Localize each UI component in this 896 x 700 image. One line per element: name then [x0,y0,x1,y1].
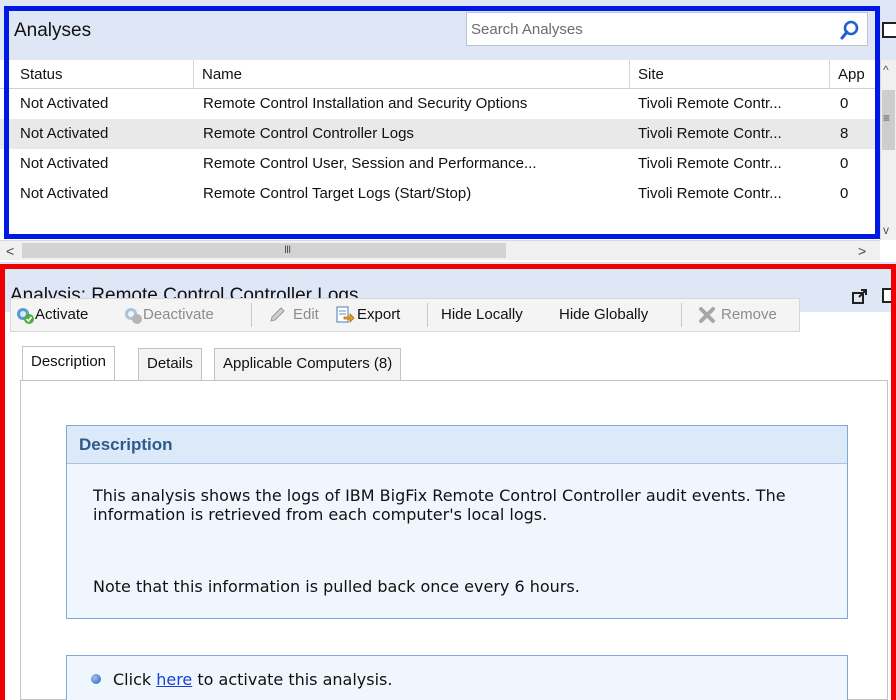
deactivate-button[interactable]: Deactivate [143,299,214,331]
column-header-name[interactable]: Name [194,60,630,89]
toolbar-separator [251,303,252,327]
row-site: Tivoli Remote Contr... [638,155,782,172]
export-button[interactable]: Export [357,299,400,331]
table-row[interactable]: Not Activated Remote Control User, Sessi… [0,149,880,179]
table-row[interactable]: Not Activated Remote Control Target Logs… [0,179,880,209]
horizontal-scroll-thumb[interactable]: III [22,243,506,258]
popout-icon[interactable] [852,288,868,304]
hide-locally-button[interactable]: Hide Locally [441,299,523,331]
tab-applicable-computers[interactable]: Applicable Computers (8) [214,348,402,380]
description-note: Note that this information is pulled bac… [93,577,580,596]
row-site: Tivoli Remote Contr... [638,125,782,142]
toolbar-separator [427,303,428,327]
column-header-app[interactable]: App [830,60,880,89]
horizontal-scrollbar[interactable]: < III > [0,240,880,260]
analysis-detail-panel: Analysis: Remote Control Controller Logs… [0,262,896,700]
row-site: Tivoli Remote Contr... [638,95,782,112]
description-body: This analysis shows the logs of IBM BigF… [93,486,786,524]
table-row-selected[interactable]: Not Activated Remote Control Controller … [0,119,880,149]
activation-box: Click here to activate this analysis. [66,655,848,700]
hide-globally-button[interactable]: Hide Globally [559,299,648,331]
analyses-title: Analyses [14,20,92,41]
scroll-down-icon[interactable]: v [883,224,889,236]
remove-icon [699,307,715,323]
bullet-icon [91,674,101,684]
grip-icon: III [284,244,291,256]
scroll-up-icon[interactable]: ^ [883,64,889,76]
tab-description[interactable]: Description [22,346,116,380]
activate-icon [17,308,34,324]
row-status: Not Activated [20,155,109,172]
row-name: Remote Control User, Session and Perform… [203,155,537,172]
export-icon [336,306,355,323]
row-app: 0 [840,95,849,112]
analyses-header: Analyses [0,0,896,60]
deactivate-icon [125,308,142,324]
description-box: Description This analysis shows the logs… [66,425,848,619]
column-header-site[interactable]: Site [630,60,830,89]
column-header-status[interactable]: Status [14,60,194,89]
row-site: Tivoli Remote Contr... [638,185,782,202]
row-status: Not Activated [20,125,109,142]
vertical-scrollbar[interactable]: ^ ≡ v [880,60,896,240]
activation-prefix: Click [113,670,152,689]
search-box[interactable] [466,12,868,46]
edit-icon [270,307,285,322]
scroll-left-icon[interactable]: < [6,243,14,259]
activation-suffix: to activate this analysis. [197,670,393,689]
toolbar-separator [681,303,682,327]
edit-button[interactable]: Edit [293,299,319,331]
maximize-pane-button[interactable] [882,22,896,38]
table-row[interactable]: Not Activated Remote Control Installatio… [0,89,880,119]
search-icon[interactable] [839,19,861,41]
grip-icon: ≡ [883,111,891,125]
activate-link[interactable]: here [156,670,192,689]
remove-button[interactable]: Remove [721,299,777,331]
activation-text: Click here to activate this analysis. [113,670,392,689]
row-app: 0 [840,155,849,172]
analyses-panel: Analyses Status Name Site App Not Activa… [0,0,896,262]
description-heading: Description [79,435,173,454]
scroll-right-icon[interactable]: > [858,243,866,259]
analyses-table-header: Status Name Site App [0,60,880,89]
maximize-pane-button[interactable] [882,288,896,303]
activate-button[interactable]: Activate [35,299,88,331]
row-name: Remote Control Installation and Security… [203,95,528,112]
row-app: 0 [840,185,849,202]
row-name: Remote Control Target Logs (Start/Stop) [203,185,472,202]
row-status: Not Activated [20,185,109,202]
search-input[interactable] [471,16,821,42]
row-app: 8 [840,125,849,142]
row-name: Remote Control Controller Logs [203,125,414,142]
description-header: Description [67,426,847,464]
analysis-toolbar: Activate Deactivate Edit Export Hide Loc… [10,298,800,332]
tab-details[interactable]: Details [138,348,202,380]
row-status: Not Activated [20,95,109,112]
